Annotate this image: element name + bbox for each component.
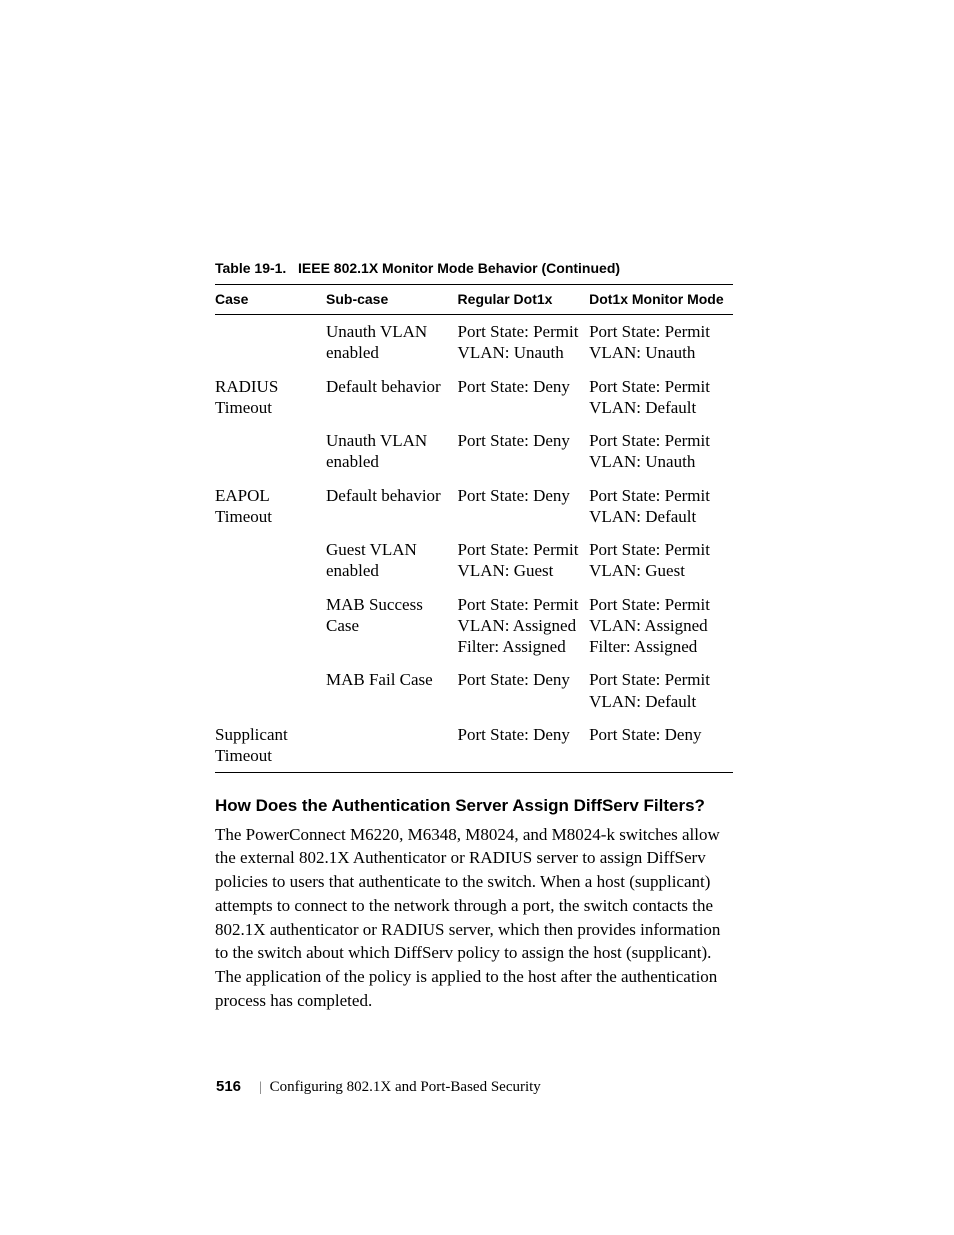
cell-monitor: Port State: PermitVLAN: Default	[589, 370, 733, 425]
cell-subcase: Default behavior	[326, 370, 458, 425]
table-row: Unauth VLAN enabled Port State: Deny Por…	[215, 424, 733, 479]
page-content: Table 19-1. IEEE 802.1X Monitor Mode Beh…	[215, 260, 733, 1013]
cell-regular: Port State: Deny	[458, 370, 590, 425]
cell-regular: Port State: PermitVLAN: Guest	[458, 533, 590, 588]
cell-subcase: MAB Success Case	[326, 588, 458, 664]
cell-case	[215, 663, 326, 718]
table-row: Guest VLAN enabled Port State: PermitVLA…	[215, 533, 733, 588]
cell-regular: Port State: Deny	[458, 479, 590, 534]
table-header-row: Case Sub-case Regular Dot1x Dot1x Monito…	[215, 284, 733, 315]
th-monitor: Dot1x Monitor Mode	[589, 284, 733, 315]
cell-monitor: Port State: PermitVLAN: AssignedFilter: …	[589, 588, 733, 664]
table-row: MAB Success Case Port State: PermitVLAN:…	[215, 588, 733, 664]
table-row: Unauth VLAN enabled Port State: PermitVL…	[215, 315, 733, 370]
cell-subcase: Unauth VLAN enabled	[326, 424, 458, 479]
cell-monitor: Port State: PermitVLAN: Guest	[589, 533, 733, 588]
cell-regular: Port State: PermitVLAN: Unauth	[458, 315, 590, 370]
cell-subcase	[326, 718, 458, 773]
body-paragraph: The PowerConnect M6220, M6348, M8024, an…	[215, 823, 733, 1013]
cell-case	[215, 315, 326, 370]
behavior-table: Case Sub-case Regular Dot1x Dot1x Monito…	[215, 284, 733, 774]
th-subcase: Sub-case	[326, 284, 458, 315]
cell-regular: Port State: Deny	[458, 663, 590, 718]
cell-regular: Port State: Deny	[458, 424, 590, 479]
th-case: Case	[215, 284, 326, 315]
table-row: MAB Fail Case Port State: Deny Port Stat…	[215, 663, 733, 718]
cell-monitor: Port State: PermitVLAN: Unauth	[589, 315, 733, 370]
cell-regular: Port State: PermitVLAN: AssignedFilter: …	[458, 588, 590, 664]
cell-case	[215, 588, 326, 664]
chapter-title: Configuring 802.1X and Port-Based Securi…	[270, 1079, 541, 1095]
footer-divider: |	[259, 1080, 262, 1095]
cell-monitor: Port State: PermitVLAN: Unauth	[589, 424, 733, 479]
th-regular: Regular Dot1x	[458, 284, 590, 315]
cell-monitor: Port State: PermitVLAN: Default	[589, 663, 733, 718]
footer-text: | Configuring 802.1X and Port-Based Secu…	[259, 1078, 541, 1097]
cell-subcase: Guest VLAN enabled	[326, 533, 458, 588]
cell-monitor: Port State: PermitVLAN: Default	[589, 479, 733, 534]
table-label: Table 19-1.	[215, 260, 286, 276]
table-row: RADIUS Timeout Default behavior Port Sta…	[215, 370, 733, 425]
page-number: 516	[216, 1078, 241, 1097]
table-title: IEEE 802.1X Monitor Mode Behavior (Conti…	[298, 260, 620, 276]
page-footer: 516 | Configuring 802.1X and Port-Based …	[216, 1078, 541, 1097]
table-body: Unauth VLAN enabled Port State: PermitVL…	[215, 315, 733, 773]
cell-monitor: Port State: Deny	[589, 718, 733, 773]
cell-subcase: MAB Fail Case	[326, 663, 458, 718]
cell-case	[215, 533, 326, 588]
cell-regular: Port State: Deny	[458, 718, 590, 773]
cell-case: RADIUS Timeout	[215, 370, 326, 425]
cell-case: EAPOL Timeout	[215, 479, 326, 534]
table-caption: Table 19-1. IEEE 802.1X Monitor Mode Beh…	[215, 260, 733, 278]
cell-case: Supplicant Timeout	[215, 718, 326, 773]
cell-subcase: Unauth VLAN enabled	[326, 315, 458, 370]
cell-case	[215, 424, 326, 479]
section-heading: How Does the Authentication Server Assig…	[215, 795, 733, 816]
cell-subcase: Default behavior	[326, 479, 458, 534]
table-row: EAPOL Timeout Default behavior Port Stat…	[215, 479, 733, 534]
table-row: Supplicant Timeout Port State: Deny Port…	[215, 718, 733, 773]
